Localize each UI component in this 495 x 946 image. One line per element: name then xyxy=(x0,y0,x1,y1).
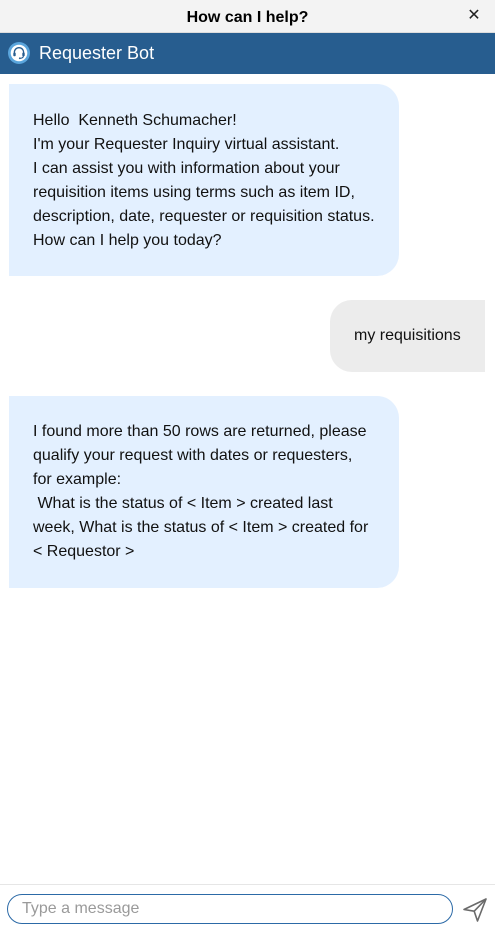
close-icon[interactable]: ✕ xyxy=(465,7,483,25)
message-line: requisition items using terms such as it… xyxy=(33,184,355,201)
message-line: < Requestor > xyxy=(33,543,135,560)
send-icon[interactable] xyxy=(462,897,488,923)
message-input[interactable] xyxy=(7,894,453,924)
message-line: description, date, requester or requisit… xyxy=(33,208,375,225)
message-line: I can assist you with information about … xyxy=(33,160,340,177)
message-line: I found more than 50 rows are returned, … xyxy=(33,423,367,440)
message-composer xyxy=(0,884,495,946)
chat-header: Requester Bot xyxy=(0,33,495,74)
window-title-bar: How can I help? ✕ xyxy=(0,0,495,33)
message-line: What is the status of < Item > created l… xyxy=(33,495,333,512)
message-line: How can I help you today? xyxy=(33,232,222,249)
message-line: for example: xyxy=(33,471,122,488)
message-line: Hello Kenneth Schumacher! xyxy=(33,112,237,129)
message-line: week, What is the status of < Item > cre… xyxy=(33,519,369,536)
bot-message: I found more than 50 rows are returned, … xyxy=(9,396,399,588)
window-title: How can I help? xyxy=(186,9,309,26)
message-line: I'm your Requester Inquiry virtual assis… xyxy=(33,136,340,153)
user-message: my requisitions xyxy=(330,300,485,372)
message-line: qualify your request with dates or reque… xyxy=(33,447,353,464)
bot-message: Hello Kenneth Schumacher! I'm your Reque… xyxy=(9,84,399,276)
headset-bot-icon xyxy=(8,42,30,64)
chat-transcript[interactable]: Hello Kenneth Schumacher! I'm your Reque… xyxy=(0,74,495,884)
bot-name: Requester Bot xyxy=(39,43,155,63)
message-line: my requisitions xyxy=(354,327,461,344)
